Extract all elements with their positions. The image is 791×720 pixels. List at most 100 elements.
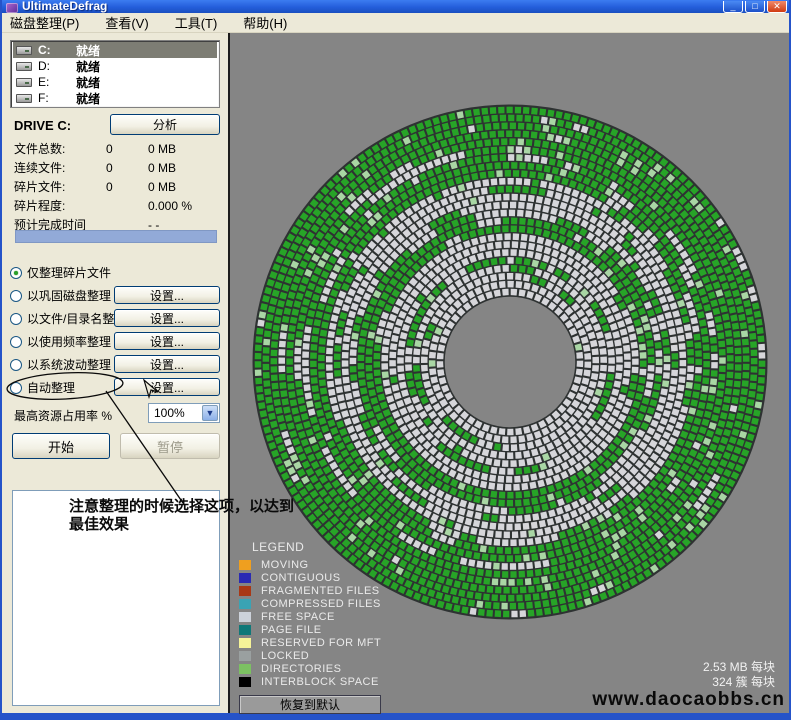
radio-fragmented-only[interactable] [10,267,22,279]
hard-drive-icon [16,46,32,55]
stat-value: 0 MB [148,142,176,156]
drive-title: DRIVE C: [14,118,71,133]
menu-item-tools[interactable]: 工具(T) [175,13,218,32]
drive-status: 就绪 [76,90,100,107]
legend-label: COMPRESSED FILES [261,598,381,610]
settings-button-system-volatility[interactable]: 设置... [114,355,220,373]
resource-usage-select[interactable]: 100% ▼ [148,403,220,423]
restore-default-button[interactable]: 恢复到默认 [239,695,381,714]
stat-label: 碎片文件: [14,178,106,195]
hard-drive-icon [16,78,32,87]
method-row-fragmented-only: 仅整理碎片文件 [10,261,222,284]
stat-row: 碎片文件:0 0 MB [14,177,220,196]
chevron-down-icon[interactable]: ▼ [202,405,218,421]
radio-usage-frequency[interactable] [10,336,22,348]
block-size-label: 2.53 MB 每块 [703,660,775,675]
progress-bar [15,230,217,243]
legend-label: PAGE FILE [261,624,322,636]
legend: LEGEND MOVINGCONTIGUOUSFRAGMENTED FILESC… [239,540,381,688]
radio-auto[interactable] [10,382,22,394]
disk-panel: LEGEND MOVINGCONTIGUOUSFRAGMENTED FILESC… [230,33,789,713]
stat-row: 文件总数:00 MB [14,139,220,158]
stat-label: 碎片程度: [14,197,106,214]
legend-item: CONTIGUOUS [239,571,381,584]
legend-swatch-icon [239,612,251,622]
drive-status: 就绪 [76,58,100,75]
legend-swatch-icon [239,599,251,609]
method-row-file-folder-name: 以文件/目录名整理设置... [10,307,222,330]
app-window: UltimateDefrag _ □ ✕ 磁盘整理(P) 查看(V) 工具(T) 帮助… [0,0,791,720]
legend-label: FRAGMENTED FILES [261,585,380,597]
drive-letter: C: [38,43,76,57]
cluster-size-label: 324 簇 每块 [703,675,775,690]
stat-row: 碎片程度: 0.000 % [14,196,220,215]
app-icon [6,3,18,13]
stat-count: 0 [106,161,136,175]
drive-row-d[interactable]: D:就绪 [13,58,217,74]
legend-title: LEGEND [252,540,381,554]
stat-value: 0 MB [148,180,176,194]
menu-item-defrag[interactable]: 磁盘整理(P) [10,13,79,32]
drive-list[interactable]: C:就绪D:就绪E:就绪F:就绪 [10,40,220,108]
menu-item-view[interactable]: 查看(V) [105,13,148,32]
legend-swatch-icon [239,664,251,674]
drive-letter: F: [38,91,76,105]
radio-system-volatility[interactable] [10,359,22,371]
legend-item: MOVING [239,558,381,571]
drive-row-e[interactable]: E:就绪 [13,74,217,90]
close-button[interactable]: ✕ [767,1,787,13]
settings-button-auto[interactable]: 设置... [114,378,220,396]
legend-swatch-icon [239,573,251,583]
title-bar: UltimateDefrag _ □ ✕ [2,0,789,13]
stat-value: 0.000 % [148,199,192,213]
pause-button: 暂停 [120,433,220,459]
menu-item-help[interactable]: 帮助(H) [243,13,287,32]
legend-label: RESERVED FOR MFT [261,637,381,649]
drive-letter: E: [38,75,76,89]
method-label-file-folder-name: 以文件/目录名整理 [27,310,126,327]
legend-item: FRAGMENTED FILES [239,584,381,597]
drive-status: 就绪 [76,74,100,91]
method-row-consolidate: 以巩固磁盘整理设置... [10,284,222,307]
drive-row-f[interactable]: F:就绪 [13,90,217,106]
legend-label: INTERBLOCK SPACE [261,676,379,688]
settings-button-file-folder-name[interactable]: 设置... [114,309,220,327]
legend-item: INTERBLOCK SPACE [239,675,381,688]
method-label-system-volatility: 以系统波动整理 [27,356,111,373]
method-label-consolidate: 以巩固磁盘整理 [27,287,111,304]
analyze-button[interactable]: 分析 [110,114,220,135]
legend-label: MOVING [261,559,309,571]
legend-item: COMPRESSED FILES [239,597,381,610]
legend-swatch-icon [239,651,251,661]
legend-swatch-icon [239,560,251,570]
settings-button-consolidate[interactable]: 设置... [114,286,220,304]
watermark: www.daocaobbs.cn [592,689,785,711]
radio-file-folder-name[interactable] [10,313,22,325]
stat-label: 连续文件: [14,159,106,176]
maximize-button[interactable]: □ [745,1,765,13]
drive-letter: D: [38,59,76,73]
method-row-auto: 自动整理设置... [10,376,222,399]
drive-row-c[interactable]: C:就绪 [13,42,217,58]
radio-consolidate[interactable] [10,290,22,302]
start-button[interactable]: 开始 [12,433,110,459]
legend-swatch-icon [239,586,251,596]
legend-item: DIRECTORIES [239,662,381,675]
legend-item: PAGE FILE [239,623,381,636]
legend-label: DIRECTORIES [261,663,341,675]
stat-value: 0 MB [148,161,176,175]
legend-item: LOCKED [239,649,381,662]
minimize-button[interactable]: _ [723,1,743,13]
stat-count: 0 [106,180,136,194]
stat-row: 连续文件:0 0 MB [14,158,220,177]
legend-swatch-icon [239,638,251,648]
settings-button-usage-frequency[interactable]: 设置... [114,332,220,350]
legend-label: CONTIGUOUS [261,572,341,584]
method-row-system-volatility: 以系统波动整理设置... [10,353,222,376]
method-label-usage-frequency: 以使用频率整理 [27,333,111,350]
legend-label: FREE SPACE [261,611,335,623]
method-label-fragmented-only: 仅整理碎片文件 [27,264,111,281]
defrag-method-group: 仅整理碎片文件以巩固磁盘整理设置...以文件/目录名整理设置...以使用频率整理… [10,261,222,399]
legend-swatch-icon [239,625,251,635]
legend-item: RESERVED FOR MFT [239,636,381,649]
